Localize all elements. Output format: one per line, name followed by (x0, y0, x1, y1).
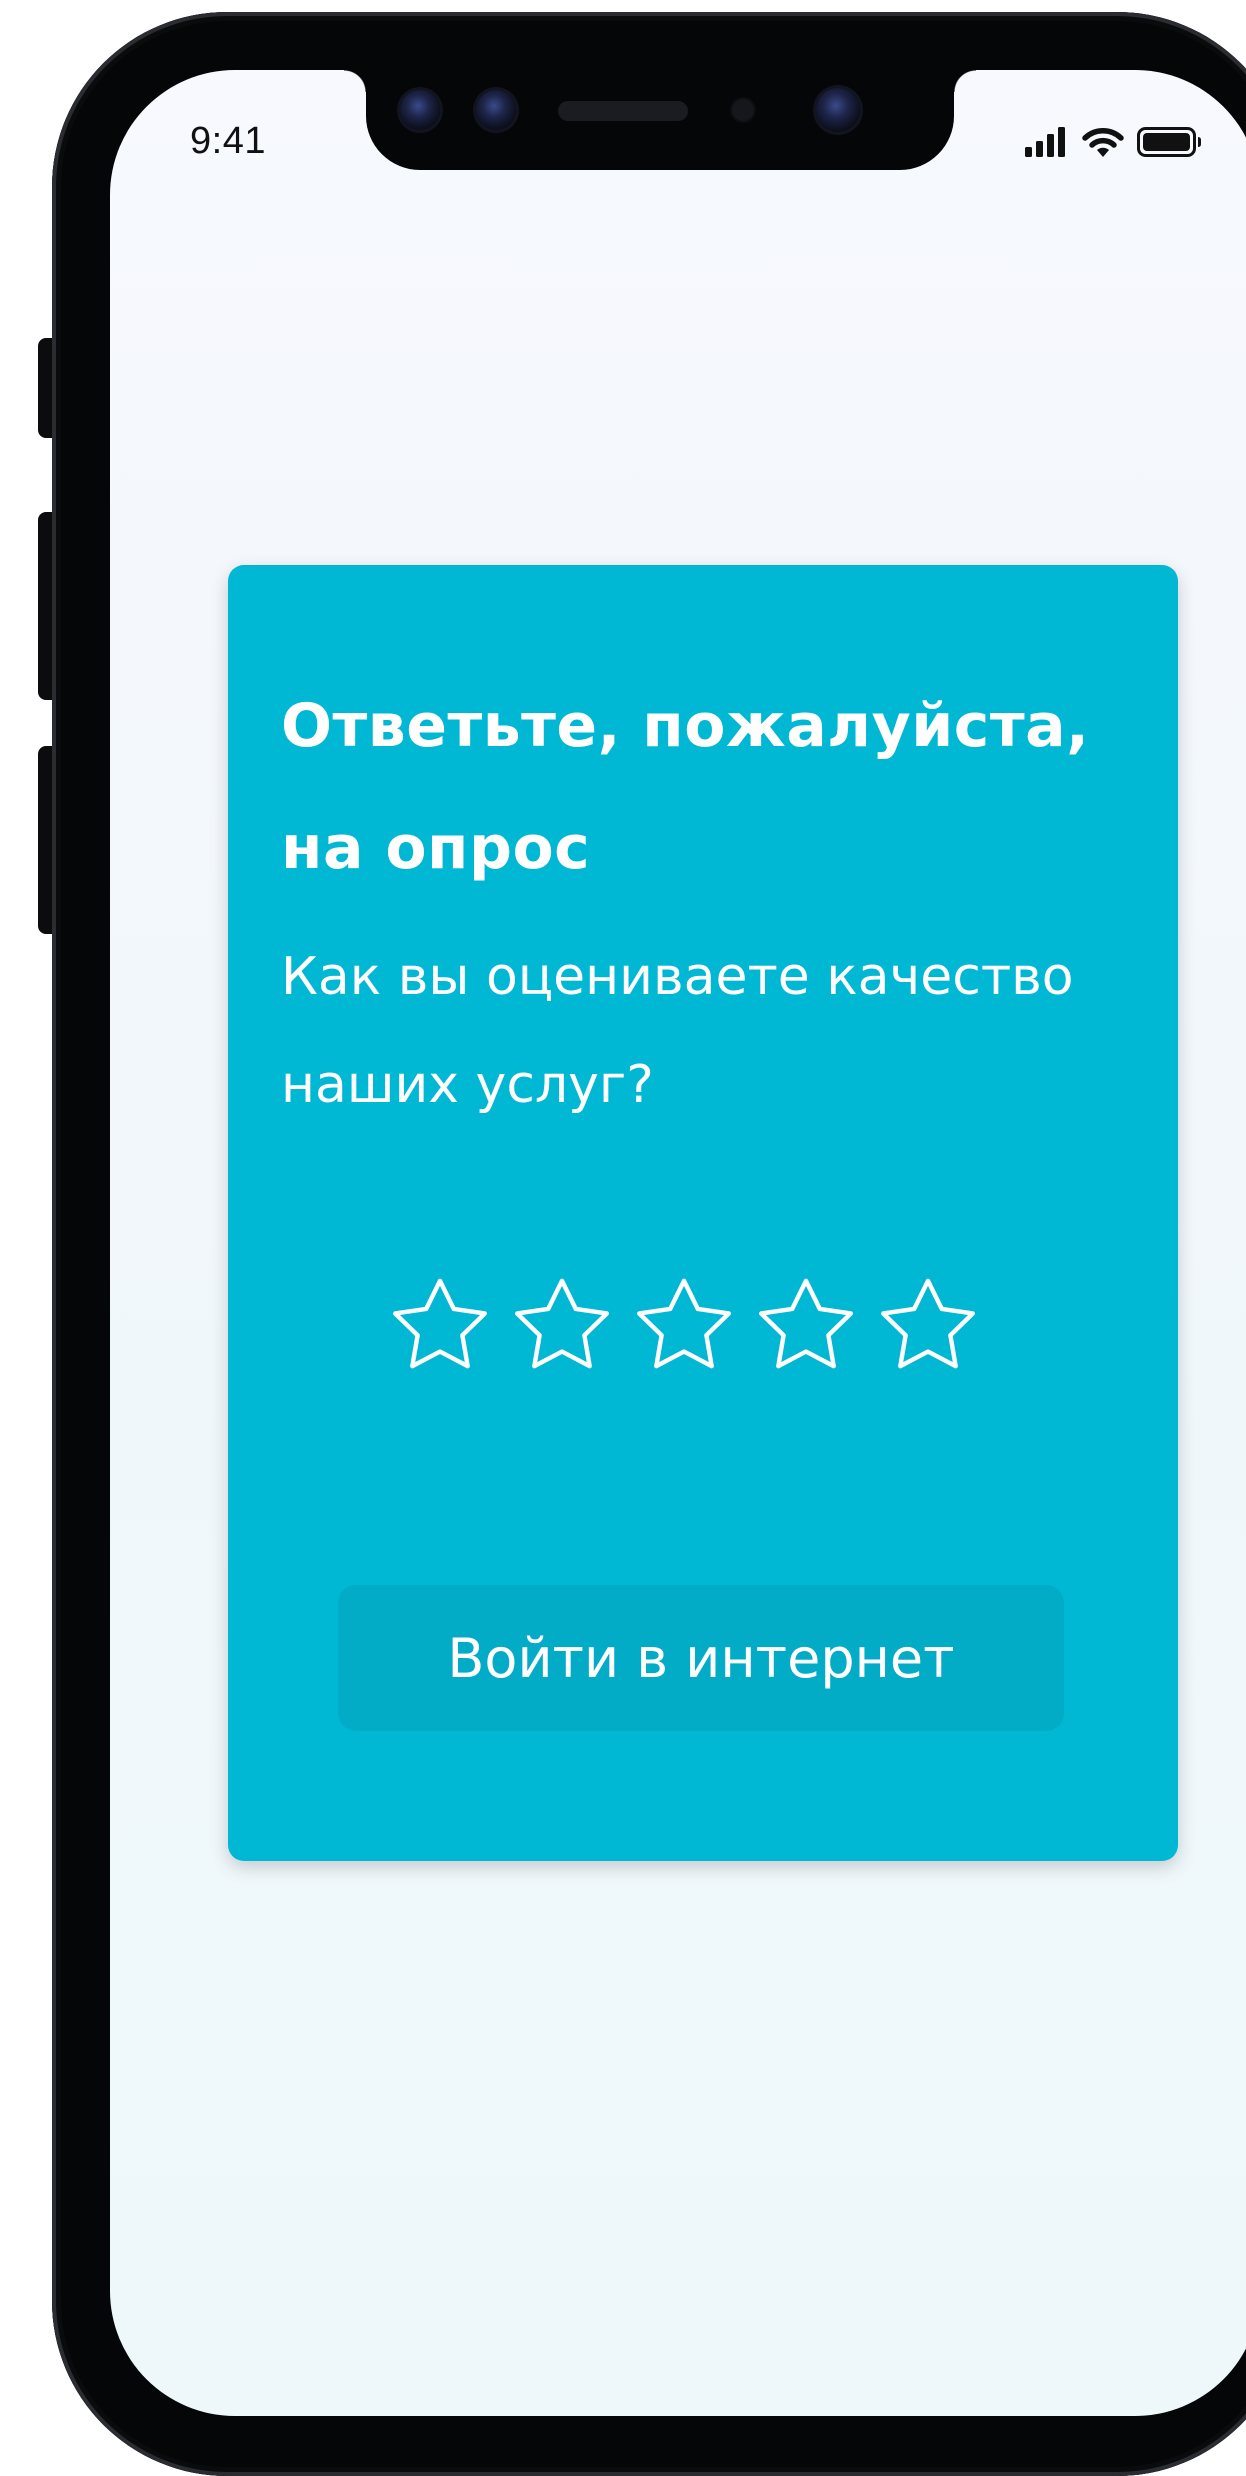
wifi-icon (1082, 128, 1124, 157)
status-time: 9:41 (190, 120, 266, 162)
earpiece-speaker (558, 101, 688, 121)
survey-card: Ответьте, пожалуйста, на опрос Как вы оц… (228, 565, 1178, 1861)
cellular-signal-icon (1025, 127, 1065, 157)
star-outline-icon[interactable] (630, 1275, 738, 1383)
device-mockup: 9:41 Ответьте, пожалуйста, на опрос Как … (0, 0, 1246, 2476)
status-indicators (1025, 126, 1203, 158)
phone-frame: 9:41 Ответьте, пожалуйста, на опрос Как … (52, 12, 1246, 2476)
phone-screen: 9:41 Ответьте, пожалуйста, на опрос Как … (110, 70, 1246, 2416)
star-outline-icon[interactable] (874, 1275, 982, 1383)
sensor-icon (400, 90, 440, 130)
sensor-icon (476, 90, 516, 130)
enter-internet-button[interactable]: Войти в интернет (338, 1585, 1064, 1731)
star-outline-icon[interactable] (508, 1275, 616, 1383)
proximity-sensor-icon (732, 99, 754, 121)
survey-question: Как вы оцениваете качество наших услуг? (281, 947, 1074, 1115)
notch (344, 70, 954, 170)
star-outline-icon[interactable] (386, 1275, 494, 1383)
star-rating (386, 1275, 982, 1383)
front-camera-icon (816, 88, 860, 132)
survey-title: Ответьте, пожалуйста, на опрос (281, 691, 1090, 883)
battery-icon (1137, 127, 1201, 157)
star-outline-icon[interactable] (752, 1275, 860, 1383)
